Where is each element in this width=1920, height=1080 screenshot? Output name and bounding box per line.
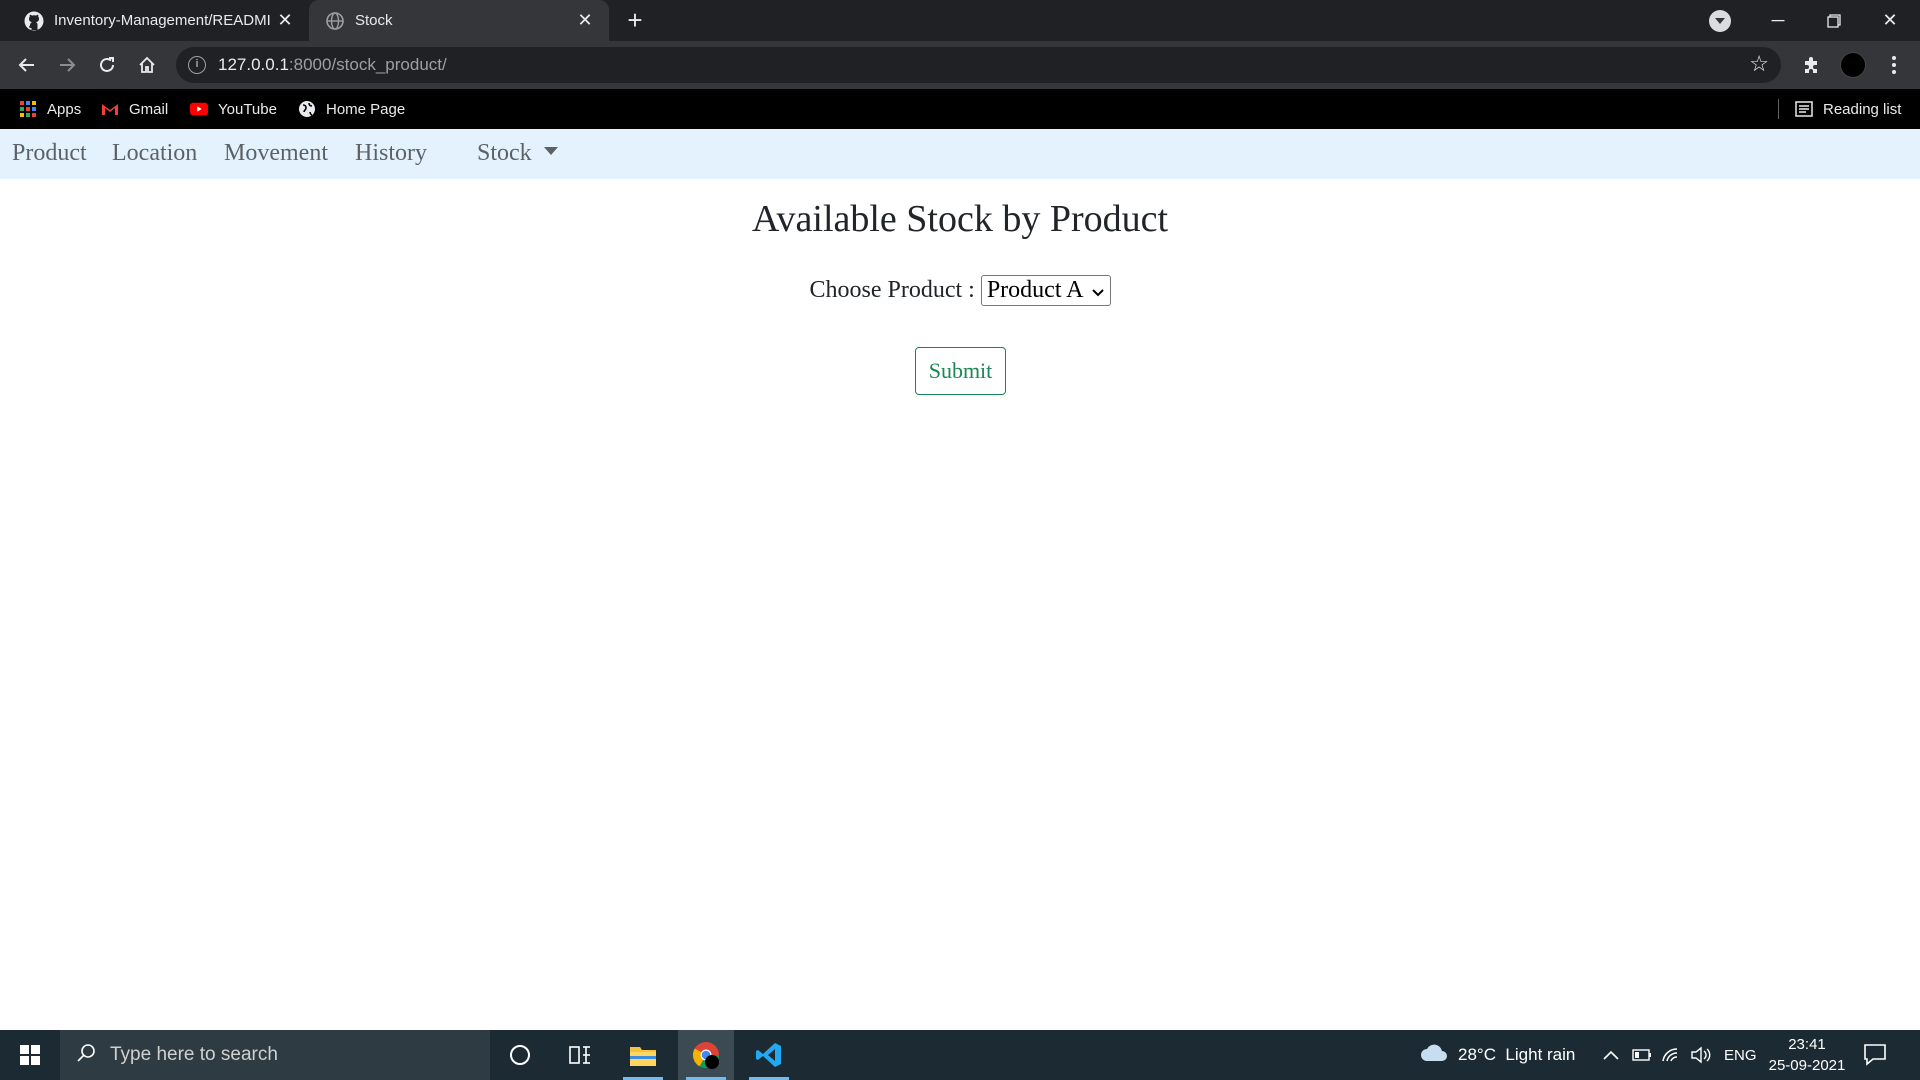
submit-button[interactable]: Submit [915, 347, 1006, 395]
search-placeholder: Type here to search [110, 1044, 278, 1065]
gmail-icon [101, 100, 119, 118]
site-navbar: Product Location Movement History Stock [0, 129, 1920, 179]
forward-icon[interactable] [51, 49, 83, 81]
vscode-icon[interactable] [741, 1030, 797, 1080]
bookmark-home-page[interactable]: Home Page [298, 89, 405, 129]
browser-toolbar: i 127.0.0.1:8000/stock_product/ ☆ [0, 41, 1920, 89]
nav-product[interactable]: Product [12, 140, 87, 167]
nav-history[interactable]: History [355, 140, 427, 167]
restore-icon[interactable] [1806, 0, 1862, 41]
window-close-icon[interactable]: ✕ [1862, 0, 1918, 41]
github-icon [24, 11, 44, 31]
nav-stock-dropdown[interactable]: Stock [477, 140, 558, 167]
page-title: Available Stock by Product [751, 198, 1169, 240]
system-clock[interactable]: 23:41 25-09-2021 [1762, 1034, 1852, 1076]
bookmark-label: Gmail [129, 100, 169, 118]
youtube-icon [190, 100, 208, 118]
address-url: 127.0.0.1:8000/stock_product/ [218, 55, 447, 74]
close-icon[interactable]: ✕ [271, 7, 299, 35]
nav-stock-label: Stock [477, 140, 532, 166]
tab-title: Inventory-Management/READMI [54, 12, 271, 29]
bookmark-apps[interactable]: Apps [19, 89, 81, 129]
wifi-icon[interactable] [1661, 1030, 1681, 1080]
battery-icon[interactable] [1632, 1030, 1652, 1080]
clock-date: 25-09-2021 [1768, 1057, 1846, 1074]
file-explorer-icon[interactable] [615, 1030, 671, 1080]
bookmarks-bar: Apps Gmail YouTube Home Page Reading lis… [0, 89, 1920, 129]
puzzle-icon[interactable] [1796, 49, 1828, 81]
info-icon[interactable]: i [188, 56, 206, 74]
browser-tab-strip: Inventory-Management/READMI ✕ Stock ✕ + … [0, 0, 1920, 41]
web-page: Product Location Movement History Stock … [0, 129, 1920, 1030]
cortana-icon[interactable] [492, 1030, 548, 1080]
cloud-icon [1420, 1043, 1448, 1068]
bookmark-label: Home Page [326, 100, 406, 118]
taskbar-search-input[interactable]: Type here to search [60, 1030, 490, 1080]
reading-list-label: Reading list [1823, 100, 1902, 118]
tab-title: Stock [355, 12, 393, 29]
language-indicator[interactable]: ENG [1724, 1030, 1757, 1080]
windows-start-icon[interactable] [0, 1030, 60, 1080]
home-icon[interactable] [131, 49, 163, 81]
volume-icon[interactable] [1690, 1030, 1712, 1080]
apps-grid-icon [19, 100, 37, 118]
product-select[interactable]: Product A [980, 275, 1111, 306]
plus-icon[interactable]: + [620, 6, 650, 36]
windows-taskbar: Type here to search 28°C Light rain ENG … [0, 1030, 1920, 1080]
product-select-value: Product A [986, 277, 1084, 303]
star-icon[interactable]: ☆ [1749, 51, 1769, 77]
bookmark-youtube[interactable]: YouTube [190, 89, 277, 129]
bookmarks-divider [1778, 99, 1779, 119]
bookmark-label: YouTube [218, 100, 277, 118]
chevron-down-icon [1091, 277, 1104, 304]
close-icon[interactable]: ✕ [571, 7, 599, 35]
caret-down-icon [543, 147, 558, 155]
chrome-icon[interactable] [678, 1030, 734, 1080]
task-view-icon[interactable] [552, 1030, 608, 1080]
choose-product-row: Choose Product : Product A [0, 275, 1920, 306]
profile-indicator-icon[interactable] [1709, 10, 1731, 32]
browser-tab-readme[interactable]: Inventory-Management/READMI ✕ [0, 0, 309, 41]
weather-text: 28°C Light rain [1458, 1045, 1576, 1064]
bookmark-gmail[interactable]: Gmail [101, 89, 168, 129]
reading-list-icon [1795, 100, 1813, 118]
nav-location[interactable]: Location [112, 140, 197, 167]
reading-list-button[interactable]: Reading list [1795, 89, 1901, 129]
clock-time: 23:41 [1788, 1036, 1826, 1053]
show-hidden-icons[interactable] [1603, 1030, 1619, 1080]
search-icon [76, 1043, 96, 1068]
minimize-icon[interactable]: ─ [1750, 0, 1806, 41]
browser-tab-stock[interactable]: Stock ✕ [309, 0, 609, 41]
kebab-menu-icon[interactable] [1878, 49, 1910, 81]
choose-product-label: Choose Product : [809, 277, 975, 303]
avatar[interactable] [1837, 49, 1869, 81]
nav-movement[interactable]: Movement [224, 140, 328, 167]
bookmark-label: Apps [47, 100, 82, 118]
reload-icon[interactable] [91, 49, 123, 81]
back-icon[interactable] [11, 49, 43, 81]
notification-icon[interactable] [1863, 1042, 1887, 1071]
globe-icon [325, 11, 345, 31]
address-bar[interactable]: i 127.0.0.1:8000/stock_product/ ☆ [176, 47, 1781, 83]
weather-widget[interactable]: 28°C Light rain [1420, 1030, 1575, 1080]
globe-icon [298, 100, 316, 118]
